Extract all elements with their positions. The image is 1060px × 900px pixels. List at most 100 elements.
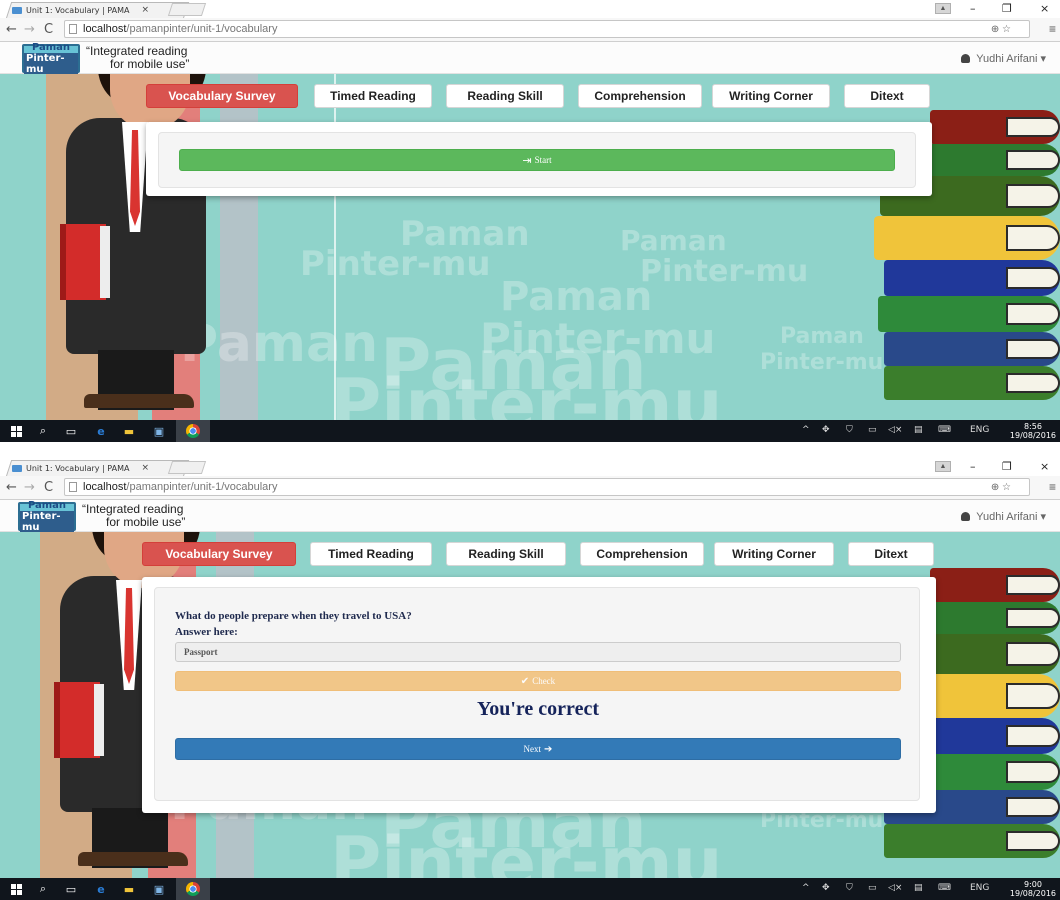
zoom-star-icons[interactable]: ⊕ ☆ [991,482,1011,493]
search-icon[interactable]: ⌕ [36,424,50,438]
user-menu[interactable]: Yudhi Arifani ▾ [961,510,1046,523]
start-button[interactable]: ⇥ Start [179,149,895,171]
answer-field[interactable]: Passport [175,642,901,662]
page-background: Paman Pinter-mu Paman Pinter-mu Paman Pi… [0,74,1060,420]
sign-in-icon: ⇥ [522,154,532,167]
tab-timed-reading[interactable]: Timed Reading [314,84,432,108]
tab-comprehension[interactable]: Comprehension [578,84,702,108]
store-icon[interactable]: ▣ [152,882,166,896]
tab-comprehension[interactable]: Comprehension [580,542,704,566]
start-panel: ⇥ Start [146,122,932,196]
clock-time: 9:00 [1023,880,1042,889]
url-host: localhost [83,481,127,493]
answer-label: Answer here: [175,626,238,638]
tab-writing-corner[interactable]: Writing Corner [714,542,834,566]
chrome-icon[interactable] [186,882,200,896]
dropbox-icon[interactable]: ✥ [822,425,830,435]
zoom-star-icons[interactable]: ⊕ ☆ [991,24,1011,35]
edge-icon[interactable]: e [94,424,108,438]
language-indicator[interactable]: ENG [970,883,989,893]
start-well: ⇥ Start [158,132,916,188]
reload-icon[interactable]: C [44,22,53,37]
tab-timed-reading[interactable]: Timed Reading [310,542,432,566]
tab-vocabulary-survey[interactable]: Vocabulary Survey [146,84,298,108]
arrow-right-icon: ➔ [544,743,553,755]
task-view-icon[interactable]: ▭ [64,882,78,896]
restore-icon[interactable]: ❐ [1002,2,1012,15]
forward-icon[interactable]: → [24,480,35,495]
edge-icon[interactable]: e [94,882,108,896]
taskbar-clock[interactable]: 8:56 19/08/2016 [1010,422,1056,440]
notifications-icon[interactable]: ▤ [914,425,923,435]
windows-start-icon[interactable] [10,425,22,437]
volume-mute-icon[interactable]: ◁× [888,883,902,893]
site-logo[interactable]: Paman Pinter-mu [22,42,80,75]
tab-vocabulary-survey[interactable]: Vocabulary Survey [142,542,296,566]
file-explorer-icon[interactable]: ▬ [122,424,136,438]
close-window-icon[interactable]: × [1040,460,1049,473]
user-name: Yudhi Arifani [976,511,1038,523]
new-tab-button[interactable] [167,461,207,474]
tab-ditext[interactable]: Ditext [848,542,934,566]
language-indicator[interactable]: ENG [970,425,989,435]
windows-start-icon[interactable] [10,883,22,895]
menu-icon[interactable]: ≡ [1049,480,1056,494]
taskbar-clock[interactable]: 9:00 19/08/2016 [1010,880,1056,898]
keyboard-icon[interactable]: ⌨ [938,425,951,435]
url-path: /pamanpinter/unit-1/vocabulary [126,481,278,493]
show-hidden-icons-icon[interactable]: ^ [802,883,810,893]
section-tabs: Vocabulary Survey Timed Reading Reading … [0,84,1060,110]
menu-icon[interactable]: ≡ [1049,22,1056,36]
tab-writing-corner[interactable]: Writing Corner [712,84,830,108]
file-explorer-icon[interactable]: ▬ [122,882,136,896]
back-icon[interactable]: ← [6,480,17,495]
question-text: What do people prepare when they travel … [175,610,412,622]
antivirus-icon[interactable]: ⛉ [846,883,853,893]
restore-icon[interactable]: ❐ [1002,460,1012,473]
forward-icon[interactable]: → [24,22,35,37]
tab-close-icon[interactable]: × [141,5,149,15]
app-header: Paman Pinter-mu “Integrated reading for … [0,500,1060,533]
back-icon[interactable]: ← [6,22,17,37]
show-hidden-icons-icon[interactable]: ^ [802,425,810,435]
question-well: What do people prepare when they travel … [154,587,920,801]
address-bar[interactable]: localhost /pamanpinter/unit-1/vocabulary… [64,20,1030,38]
tab-reading-skill[interactable]: Reading Skill [446,542,566,566]
battery-icon[interactable]: ▭ [868,425,877,435]
minimize-icon[interactable]: – [970,460,976,473]
tab-reading-skill[interactable]: Reading Skill [446,84,564,108]
address-bar[interactable]: localhost /pamanpinter/unit-1/vocabulary… [64,478,1030,496]
result-message: You're correct [477,698,599,720]
url-path: /pamanpinter/unit-1/vocabulary [126,23,278,35]
clock-time: 8:56 [1023,422,1042,431]
tab-close-icon[interactable]: × [141,463,149,473]
profile-badge-icon[interactable]: ▲ [935,3,951,14]
new-tab-button[interactable] [167,3,207,16]
reload-icon[interactable]: C [44,480,53,495]
next-label: Next [523,744,542,754]
page-icon [69,482,77,492]
dropbox-icon[interactable]: ✥ [822,883,830,893]
app-header: Paman Pinter-mu “Integrated reading for … [0,42,1060,75]
screenshot-1: Unit 1: Vocabulary | PAMA × ▲ – ❐ × ← → … [0,0,1060,442]
check-button[interactable]: ✔ Check [175,671,901,691]
tab-ditext[interactable]: Ditext [844,84,930,108]
keyboard-icon[interactable]: ⌨ [938,883,951,893]
close-window-icon[interactable]: × [1040,2,1049,15]
minimize-icon[interactable]: – [970,2,976,15]
next-button[interactable]: Next ➔ [175,738,901,760]
browser-toolbar: ← → C localhost /pamanpinter/unit-1/voca… [0,18,1060,42]
profile-badge-icon[interactable]: ▲ [935,461,951,472]
volume-mute-icon[interactable]: ◁× [888,425,902,435]
task-view-icon[interactable]: ▭ [64,424,78,438]
user-name: Yudhi Arifani [976,53,1038,65]
store-icon[interactable]: ▣ [152,424,166,438]
user-menu[interactable]: Yudhi Arifani ▾ [961,52,1046,65]
site-logo[interactable]: Paman Pinter-mu [18,500,76,533]
battery-icon[interactable]: ▭ [868,883,877,893]
antivirus-icon[interactable]: ⛉ [846,425,853,435]
chrome-icon[interactable] [186,424,200,438]
tagline-line1: “Integrated reading [82,502,184,516]
notifications-icon[interactable]: ▤ [914,883,923,893]
search-icon[interactable]: ⌕ [36,882,50,896]
